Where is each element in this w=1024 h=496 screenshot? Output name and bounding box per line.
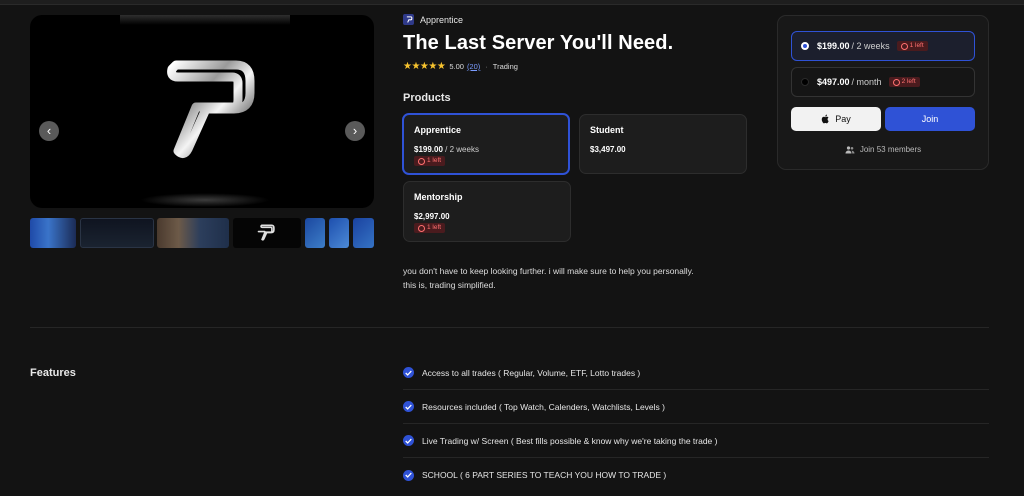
brand-logo-icon: [151, 60, 255, 159]
section-divider: [30, 327, 989, 328]
stock-badge: 1 left: [896, 41, 928, 51]
apple-icon: [821, 114, 829, 124]
chevron-right-icon: ›: [352, 123, 358, 138]
chevron-left-icon: ‹: [46, 123, 52, 138]
plan-option-monthly[interactable]: $497.00 / month 2 left: [791, 67, 975, 97]
thumbnail[interactable]: [305, 218, 325, 248]
products-heading: Products: [403, 92, 451, 104]
product-price: $199.00 / 2 weeks: [414, 145, 479, 154]
badge-text: 1 left: [427, 224, 442, 231]
price-period: / 2 weeks: [442, 145, 479, 154]
brand-name: Apprentice: [420, 14, 464, 25]
radio-selected-icon[interactable]: [801, 42, 809, 50]
stock-badge: 1 left: [414, 156, 446, 166]
product-card-mentorship[interactable]: Mentorship $2,997.00 1 left: [403, 181, 571, 242]
product-card-student[interactable]: Student $3,497.00: [579, 114, 747, 174]
badge-text: 1 left: [909, 42, 924, 49]
check-circle-icon: [403, 435, 414, 446]
rating-value: 5.00: [449, 62, 464, 71]
product-image: ‹ ›: [30, 15, 374, 208]
image-reflection: [140, 193, 270, 207]
plan-period: / month: [851, 77, 882, 87]
apple-pay-button[interactable]: Pay: [791, 107, 881, 131]
image-glow: [120, 15, 290, 25]
thumbnail[interactable]: [30, 218, 76, 248]
stock-badge: 2 left: [888, 77, 920, 87]
feature-text: Resources included ( Top Watch, Calender…: [422, 401, 665, 412]
members-info: Join 53 members: [778, 145, 988, 154]
check-circle-icon: [403, 367, 414, 378]
thumbnail[interactable]: [353, 218, 374, 248]
checkout-panel: $199.00 / 2 weeks 1 left $497.00 / month…: [777, 15, 989, 170]
members-label: Join 53 members: [859, 145, 922, 154]
product-name: Apprentice: [414, 125, 462, 135]
description-line: this is, trading simplified.: [403, 280, 496, 290]
clock-icon: [418, 157, 425, 165]
product-description: you don't have to keep looking further. …: [403, 264, 694, 292]
thumbnail[interactable]: [329, 218, 349, 248]
top-bar: [0, 0, 1024, 5]
feature-text: Live Trading w/ Screen ( Best fills poss…: [422, 435, 718, 446]
gallery-prev-button[interactable]: ‹: [39, 121, 59, 141]
brand-row[interactable]: Apprentice: [403, 14, 463, 25]
gallery-next-button[interactable]: ›: [345, 121, 365, 141]
thumbnail-strip: [30, 218, 374, 248]
check-circle-icon: [403, 469, 414, 481]
review-count-link[interactable]: (20): [467, 62, 480, 71]
product-price: $3,497.00: [590, 145, 626, 154]
stock-badge: 1 left: [414, 223, 446, 233]
product-name: Student: [590, 125, 624, 135]
feature-item: Live Trading w/ Screen ( Best fills poss…: [403, 424, 989, 458]
plan-price: $497.00: [817, 77, 850, 87]
description-line: you don't have to keep looking further. …: [403, 266, 694, 276]
users-icon: [845, 145, 855, 153]
product-card-apprentice[interactable]: Apprentice $199.00 / 2 weeks 1 left: [402, 113, 570, 175]
feature-item: Access to all trades ( Regular, Volume, …: [403, 356, 989, 390]
badge-text: 1 left: [427, 157, 442, 164]
thumbnail-selected[interactable]: [233, 218, 301, 248]
feature-text: SCHOOL ( 6 PART SERIES TO TEACH YOU HOW …: [422, 470, 667, 480]
feature-item: Resources included ( Top Watch, Calender…: [403, 390, 989, 424]
clock-icon: [418, 224, 425, 232]
feature-text: Access to all trades ( Regular, Volume, …: [422, 367, 641, 378]
separator-dot: ·: [485, 62, 488, 71]
features-heading: Features: [30, 367, 76, 379]
clock-icon: [892, 78, 900, 86]
brand-logo-icon: [257, 224, 275, 241]
rating-row: ★★★★★ 5.00 (20) · Trading: [403, 61, 518, 72]
apple-pay-label: Pay: [835, 114, 851, 124]
page-title: The Last Server You'll Need.: [403, 32, 674, 54]
thumbnail[interactable]: [80, 218, 154, 248]
clock-icon: [900, 42, 908, 50]
brand-logo-icon: [403, 14, 414, 25]
plan-option-2-weeks[interactable]: $199.00 / 2 weeks 1 left: [791, 31, 975, 61]
thumbnail[interactable]: [157, 218, 229, 248]
join-button[interactable]: Join: [885, 107, 975, 131]
price-value: $199.00: [414, 145, 443, 154]
plan-period: / 2 weeks: [851, 41, 890, 51]
star-rating-icon: ★★★★★: [403, 61, 446, 72]
radio-unselected-icon[interactable]: [801, 78, 809, 86]
feature-item: SCHOOL ( 6 PART SERIES TO TEACH YOU HOW …: [403, 458, 989, 492]
product-name: Mentorship: [414, 192, 463, 202]
category-label: Trading: [492, 62, 518, 71]
product-price: $2,997.00: [414, 212, 450, 221]
plan-price: $199.00: [817, 41, 850, 51]
badge-text: 2 left: [901, 78, 916, 85]
check-circle-icon: [403, 401, 414, 412]
